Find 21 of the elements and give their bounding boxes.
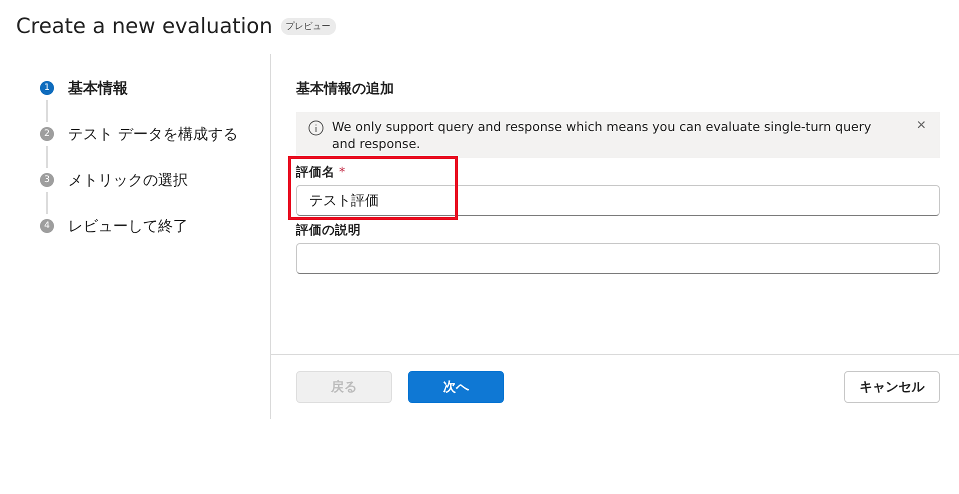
section-title: 基本情報の追加	[296, 80, 395, 98]
step-label[interactable]: メトリックの選択	[68, 170, 188, 190]
input-field[interactable]: テスト評価	[296, 185, 940, 216]
info-message: We only support query and response which means you can evaluate single-turn query and response.	[332, 118, 872, 152]
cancel-button[interactable]: キャンセル	[844, 371, 940, 403]
step-label[interactable]: テスト データを構成する	[68, 124, 238, 144]
page-title: Create a new evaluation	[16, 14, 273, 38]
input-field[interactable]	[296, 243, 940, 274]
step-number: 2	[40, 127, 54, 141]
preview-badge: プレビュー	[280, 18, 336, 34]
info-icon	[308, 120, 324, 136]
step-number: 4	[40, 219, 54, 233]
step-number: 1	[40, 81, 54, 95]
close-button[interactable]: ×	[912, 118, 930, 134]
step-label[interactable]: 基本情報	[68, 78, 128, 98]
field-label: 評価の説明	[296, 222, 362, 239]
step-number: 3	[40, 173, 54, 187]
required-mark: *	[339, 164, 346, 179]
field-label: 評価名 *	[296, 164, 346, 181]
step-label[interactable]: レビューして終了	[68, 216, 188, 236]
next-button[interactable]: 次へ	[408, 371, 504, 403]
